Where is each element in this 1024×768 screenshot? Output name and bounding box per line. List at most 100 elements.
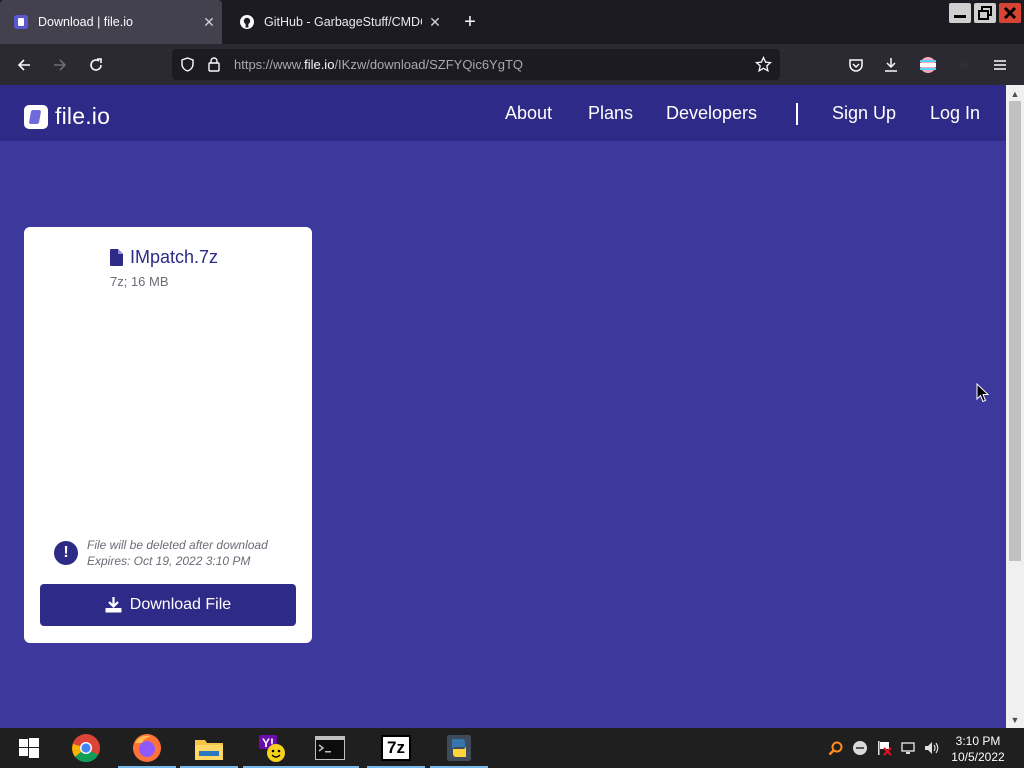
restore-window-button[interactable] bbox=[974, 3, 996, 23]
tray-app-icon bbox=[853, 741, 867, 755]
taskbar-clock[interactable]: 3:10 PM 10/5/2022 bbox=[944, 733, 1012, 765]
extension-icon bbox=[959, 63, 969, 68]
page-scrollbar[interactable]: ▲ ▼ bbox=[1006, 85, 1024, 728]
file-io-favicon-icon bbox=[14, 15, 28, 29]
file-title-row: IMpatch.7z bbox=[110, 247, 218, 268]
download-arrow-icon bbox=[885, 58, 897, 72]
cmd-icon bbox=[315, 736, 345, 760]
clock-date: 10/5/2022 bbox=[951, 750, 1005, 764]
nav-login-link[interactable]: Log In bbox=[930, 103, 980, 124]
url-domain: file.io bbox=[304, 57, 335, 72]
tab-title: Download | file.io bbox=[38, 15, 133, 29]
expiry-notice: ! File will be deleted after download Ex… bbox=[54, 537, 268, 569]
url-prefix: https://www. bbox=[234, 57, 305, 72]
nav-developers-link[interactable]: Developers bbox=[666, 103, 757, 124]
file-icon bbox=[110, 249, 123, 266]
scrollbar-thumb[interactable] bbox=[1009, 101, 1021, 561]
downloads-button[interactable] bbox=[878, 52, 904, 78]
pocket-icon bbox=[849, 59, 863, 72]
download-button-label: Download File bbox=[129, 596, 232, 613]
close-icon bbox=[1003, 6, 1017, 20]
tab-title: GitHub - GarbageStuff/CMDOnline bbox=[264, 15, 422, 29]
nav-divider bbox=[796, 103, 798, 125]
7zip-taskbar-item[interactable]: 7z bbox=[367, 728, 425, 768]
forward-arrow-icon bbox=[54, 59, 67, 71]
download-card: IMpatch.7z 7z; 16 MB ! File will be dele… bbox=[24, 227, 312, 643]
action-center-tray-button[interactable] bbox=[876, 740, 892, 756]
firefox-icon bbox=[133, 734, 161, 762]
pocket-button[interactable] bbox=[843, 52, 869, 78]
tray-app-button[interactable] bbox=[852, 740, 868, 756]
new-tab-button[interactable]: + bbox=[459, 11, 481, 33]
download-file-button[interactable]: Download File bbox=[40, 584, 296, 626]
scroll-down-arrow-icon[interactable]: ▼ bbox=[1006, 713, 1024, 727]
logo-text: file.io bbox=[55, 103, 111, 129]
network-tray-button[interactable] bbox=[900, 740, 916, 756]
tab-github[interactable]: GitHub - GarbageStuff/CMDOnline ✕ bbox=[226, 0, 448, 44]
magnifier-icon bbox=[828, 741, 843, 756]
url-text[interactable]: https://www.file.io/IKzw/download/SZFYQi… bbox=[234, 57, 523, 72]
browser-nav-bar: https://www.file.io/IKzw/download/SZFYQi… bbox=[0, 44, 1024, 85]
back-arrow-icon bbox=[17, 59, 30, 71]
clock-time: 3:10 PM bbox=[955, 734, 1001, 748]
app-menu-button[interactable] bbox=[987, 52, 1013, 78]
start-button[interactable] bbox=[0, 728, 58, 768]
python-taskbar-item[interactable] bbox=[430, 728, 488, 768]
reload-button[interactable] bbox=[83, 52, 109, 78]
mouse-cursor-icon bbox=[976, 383, 990, 403]
scroll-up-arrow-icon[interactable]: ▲ bbox=[1006, 87, 1024, 101]
minimize-window-button[interactable] bbox=[949, 3, 971, 23]
url-path: /IKzw/download/SZFYQic6YgTQ bbox=[334, 57, 524, 72]
account-avatar-icon bbox=[920, 57, 936, 73]
account-button[interactable] bbox=[915, 52, 941, 78]
address-bar[interactable]: https://www.file.io/IKzw/download/SZFYQi… bbox=[172, 49, 780, 80]
file-meta: 7z; 16 MB bbox=[110, 274, 169, 289]
search-tray-button[interactable] bbox=[828, 740, 844, 756]
download-icon bbox=[105, 597, 122, 613]
close-tab-icon[interactable]: ✕ bbox=[422, 14, 448, 31]
hamburger-menu-icon bbox=[994, 60, 1006, 70]
flag-warning-icon bbox=[878, 741, 892, 756]
back-button[interactable] bbox=[11, 52, 37, 78]
web-page: file.io About Plans Developers Sign Up L… bbox=[0, 85, 1006, 728]
file-explorer-taskbar-item[interactable] bbox=[180, 728, 238, 768]
chrome-taskbar-item[interactable] bbox=[57, 728, 115, 768]
restore-icon bbox=[978, 6, 992, 20]
command-prompt-taskbar-item[interactable] bbox=[301, 728, 359, 768]
yahoo-messenger-taskbar-item[interactable]: Y! bbox=[243, 728, 301, 768]
python-icon bbox=[447, 735, 471, 761]
nav-signup-link[interactable]: Sign Up bbox=[832, 103, 896, 124]
yahoo-messenger-icon: Y! bbox=[259, 735, 285, 762]
github-favicon-icon bbox=[240, 15, 254, 29]
extension-button[interactable] bbox=[951, 52, 977, 78]
file-io-logo-icon bbox=[24, 104, 48, 129]
shield-icon[interactable] bbox=[180, 57, 195, 72]
speaker-icon bbox=[925, 742, 939, 754]
bookmark-star-icon[interactable] bbox=[755, 56, 772, 73]
file-explorer-icon bbox=[195, 740, 223, 760]
network-icon bbox=[901, 742, 915, 754]
site-logo[interactable]: file.io bbox=[24, 103, 110, 130]
delete-after-download-text: File will be deleted after download bbox=[87, 538, 268, 552]
close-tab-icon[interactable]: ✕ bbox=[196, 14, 222, 31]
windows-taskbar: Y! 7z 3:10 PM 10/5/2022 bbox=[0, 728, 1024, 768]
firefox-taskbar-item[interactable] bbox=[118, 728, 176, 768]
close-window-button[interactable] bbox=[999, 3, 1021, 23]
reload-icon bbox=[90, 58, 102, 71]
file-name: IMpatch.7z bbox=[130, 247, 219, 267]
site-header: file.io About Plans Developers Sign Up L… bbox=[0, 85, 1006, 141]
chrome-icon bbox=[72, 734, 100, 763]
start-icon bbox=[19, 738, 39, 758]
tab-file-io[interactable]: Download | file.io ✕ bbox=[0, 0, 222, 44]
expiry-date-text: Expires: Oct 19, 2022 3:10 PM bbox=[87, 554, 251, 568]
minimize-icon bbox=[954, 15, 966, 18]
notice-text: File will be deleted after download Expi… bbox=[87, 537, 268, 569]
nav-about-link[interactable]: About bbox=[505, 103, 552, 124]
browser-tab-bar: Download | file.io ✕ GitHub - GarbageStu… bbox=[0, 0, 1024, 44]
7zip-icon: 7z bbox=[381, 735, 411, 761]
volume-tray-button[interactable] bbox=[924, 740, 940, 756]
exclamation-icon: ! bbox=[54, 541, 78, 565]
nav-plans-link[interactable]: Plans bbox=[588, 103, 633, 124]
lock-icon[interactable] bbox=[207, 56, 221, 72]
forward-button[interactable] bbox=[47, 52, 73, 78]
